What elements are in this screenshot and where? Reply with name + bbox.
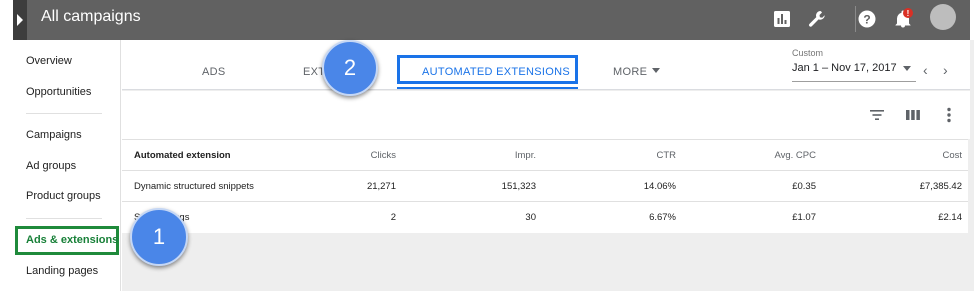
table-header-row: Automated extension Clicks Impr. CTR Avg… (122, 139, 968, 171)
help-icon[interactable]: ? (856, 8, 878, 30)
sidebar-item-overview[interactable]: Overview (26, 55, 72, 68)
tools-icon[interactable] (806, 8, 828, 30)
app-window: All campaigns ? ! Overview Opportunities… (0, 0, 974, 291)
column-header[interactable]: Clicks (322, 139, 402, 171)
tab-more[interactable]: MORE (613, 66, 661, 79)
sidebar-item-ad-groups[interactable]: Ad groups (26, 160, 76, 173)
table-row[interactable]: Seller ratings 2 30 6.67% £1.07 £2.14 (122, 201, 968, 233)
table-cell: 2 (322, 201, 402, 233)
filter-icon[interactable] (867, 105, 887, 125)
tab-automated-extensions[interactable]: AUTOMATED EXTENSIONS (422, 66, 570, 79)
table-cell: 6.67% (542, 201, 682, 233)
table-row[interactable]: Dynamic structured snippets 21,271 151,3… (122, 170, 968, 202)
chevron-right-icon[interactable]: › (943, 63, 948, 77)
table-cell: 151,323 (402, 170, 542, 202)
sidebar-divider (26, 113, 102, 114)
sidebar-item-product-groups[interactable]: Product groups (26, 190, 101, 203)
notifications-icon[interactable]: ! (892, 8, 914, 30)
table-cell: Dynamic structured snippets (122, 170, 322, 202)
table-cell: 14.06% (542, 170, 682, 202)
column-header[interactable]: CTR (542, 139, 682, 171)
date-dropdown-icon[interactable] (903, 66, 911, 71)
date-range-label: Custom (792, 48, 824, 58)
chevron-left-icon[interactable]: ‹ (923, 63, 928, 77)
expand-arrow-icon (17, 14, 23, 26)
extensions-table: Automated extension Clicks Impr. CTR Avg… (122, 139, 968, 233)
nav-toggle-handle[interactable] (13, 0, 27, 40)
top-bar: All campaigns ? ! (13, 0, 970, 40)
page-title: All campaigns (41, 8, 141, 25)
main-content: ADS EXTENSIONS AUTOMATED EXTENSIONS MORE… (122, 40, 974, 291)
date-range-underline (792, 81, 916, 82)
sidebar-item-opportunities[interactable]: Opportunities (26, 86, 91, 99)
sidebar-item-ads-extensions[interactable]: Ads & extensions (26, 234, 118, 247)
sidebar-item-landing-pages[interactable]: Landing pages (26, 265, 98, 278)
step-1-callout: 1 (130, 208, 188, 266)
sidebar-divider (26, 218, 102, 219)
column-header[interactable]: Automated extension (122, 139, 322, 171)
table-cell: 21,271 (322, 170, 402, 202)
step-2-callout: 2 (322, 40, 378, 96)
table-toolbar (122, 91, 970, 139)
more-vert-icon[interactable] (939, 105, 959, 125)
tab-more-label: MORE (613, 66, 648, 78)
chevron-down-icon (652, 68, 661, 73)
table-cell: £1.07 (682, 201, 822, 233)
tab-ads[interactable]: ADS (202, 66, 226, 79)
account-avatar[interactable] (930, 4, 956, 30)
table-cell: 30 (402, 201, 542, 233)
table-cell: £7,385.42 (822, 170, 968, 202)
notification-badge: ! (907, 9, 910, 18)
sidebar-item-campaigns[interactable]: Campaigns (26, 129, 82, 142)
column-header[interactable]: Avg. CPC (682, 139, 822, 171)
column-header[interactable]: Cost (822, 139, 968, 171)
tab-bar: ADS EXTENSIONS AUTOMATED EXTENSIONS MORE… (122, 40, 970, 90)
table-cell: £2.14 (822, 201, 968, 233)
svg-text:?: ? (863, 13, 870, 27)
selected-tab-underline (397, 87, 578, 89)
page-margin-right (970, 0, 974, 40)
table-cell: £0.35 (682, 170, 822, 202)
column-header[interactable]: Impr. (402, 139, 542, 171)
columns-icon[interactable] (903, 105, 923, 125)
reports-icon[interactable] (771, 8, 793, 30)
sidebar: Overview Opportunities Campaigns Ad grou… (13, 40, 121, 291)
page-margin (0, 0, 13, 291)
date-range-value[interactable]: Jan 1 – Nov 17, 2017 (792, 62, 897, 74)
